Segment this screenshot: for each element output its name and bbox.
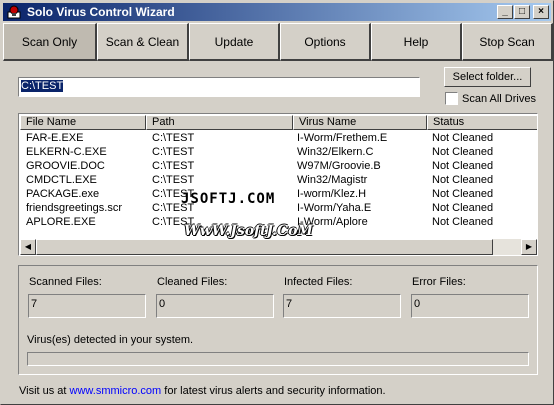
scanned-files-value: 7 xyxy=(28,294,146,318)
scroll-left-icon[interactable]: ◀ xyxy=(20,239,36,255)
status-cell: Not Cleaned xyxy=(432,174,494,186)
column-header-file-name[interactable]: File Name xyxy=(20,115,146,130)
watermark-url: WwW.JsoftJ.CoM xyxy=(184,223,313,239)
error-files-label: Error Files: xyxy=(412,276,466,288)
scan-all-drives-checkbox[interactable] xyxy=(445,92,458,105)
scan-all-drives-label: Scan All Drives xyxy=(462,92,536,105)
table-row[interactable]: PACKAGE.exe C:\TEST I-worm/Klez.H Not Cl… xyxy=(20,187,537,201)
status-message: Virus(es) detected in your system. xyxy=(27,334,194,346)
scanned-files-label: Scanned Files: xyxy=(29,276,102,288)
status-cell: Not Cleaned xyxy=(432,146,494,158)
scrollbar-thumb[interactable] xyxy=(36,239,493,255)
scan-progress-bar xyxy=(27,352,529,366)
column-header-status[interactable]: Status xyxy=(427,115,537,130)
update-button[interactable]: Update xyxy=(189,23,280,61)
path-cell: C:\TEST xyxy=(152,146,195,158)
maximize-button[interactable]: □ xyxy=(514,5,530,19)
table-row[interactable]: GROOVIE.DOC C:\TEST W97M/Groovie.B Not C… xyxy=(20,159,537,173)
cleaned-files-label: Cleaned Files: xyxy=(157,276,228,288)
status-cell: Not Cleaned xyxy=(432,188,494,200)
file-name-cell: friendsgreetings.scr xyxy=(26,202,122,214)
footer-suffix: for latest virus alerts and security inf… xyxy=(161,385,386,397)
select-folder-button[interactable]: Select folder... xyxy=(444,67,531,87)
file-name-cell: CMDCTL.EXE xyxy=(26,174,97,186)
scan-path-input[interactable]: C:\TEST xyxy=(18,77,420,97)
scan-summary-panel: Scanned Files: Cleaned Files: Infected F… xyxy=(18,265,538,375)
scan-all-drives-option[interactable]: Scan All Drives xyxy=(445,92,536,105)
status-cell: Not Cleaned xyxy=(432,160,494,172)
file-name-cell: GROOVIE.DOC xyxy=(26,160,105,172)
virus-name-cell: Win32/Magistr xyxy=(297,174,368,186)
cleaned-files-value: 0 xyxy=(156,294,274,318)
column-header-virus-name[interactable]: Virus Name xyxy=(293,115,427,130)
stop-scan-button[interactable]: Stop Scan xyxy=(462,23,553,61)
app-icon xyxy=(7,5,21,19)
error-files-value: 0 xyxy=(411,294,529,318)
virus-name-cell: I-Worm/Yaha.E xyxy=(297,202,372,214)
minimize-button[interactable]: _ xyxy=(497,5,513,19)
infected-files-label: Infected Files: xyxy=(284,276,353,288)
virus-name-cell: W97M/Groovie.B xyxy=(297,160,381,172)
column-header-path[interactable]: Path xyxy=(146,115,293,130)
virus-name-cell: I-Worm/Frethem.E xyxy=(297,132,388,144)
file-name-cell: FAR-E.EXE xyxy=(26,132,84,144)
scan-only-button[interactable]: Scan Only xyxy=(3,23,97,61)
table-row[interactable]: ELKERN-C.EXE C:\TEST Win32/Elkern.C Not … xyxy=(20,145,537,159)
scan-and-clean-button[interactable]: Scan & Clean xyxy=(97,23,189,61)
toolbar: Scan Only Scan & Clean Update Options He… xyxy=(3,23,553,61)
file-name-cell: APLORE.EXE xyxy=(26,216,96,228)
main-window: Solo Virus Control Wizard _ □ × Scan Onl… xyxy=(0,0,554,405)
table-row[interactable]: FAR-E.EXE C:\TEST I-Worm/Frethem.E Not C… xyxy=(20,131,537,145)
path-cell: C:\TEST xyxy=(152,160,195,172)
table-row[interactable]: friendsgreetings.scr C:\TEST I-Worm/Yaha… xyxy=(20,201,537,215)
results-header: File Name Path Virus Name Status xyxy=(20,115,537,130)
status-cell: Not Cleaned xyxy=(432,216,494,228)
title-bar: Solo Virus Control Wizard _ □ × xyxy=(3,3,551,21)
footer: Visit us at www.smmicro.com for latest v… xyxy=(19,385,386,397)
close-button[interactable]: × xyxy=(533,5,549,19)
footer-prefix: Visit us at xyxy=(19,385,70,397)
horizontal-scrollbar[interactable]: ◀ ▶ xyxy=(20,239,537,255)
infected-files-value: 7 xyxy=(283,294,401,318)
scan-path-value: C:\TEST xyxy=(21,80,64,92)
status-cell: Not Cleaned xyxy=(432,202,494,214)
options-button[interactable]: Options xyxy=(280,23,371,61)
path-cell: C:\TEST xyxy=(152,132,195,144)
status-cell: Not Cleaned xyxy=(432,132,494,144)
virus-name-cell: Win32/Elkern.C xyxy=(297,146,374,158)
virus-name-cell: I-worm/Klez.H xyxy=(297,188,367,200)
watermark-text: JSOFTJ.COM xyxy=(181,191,276,207)
scroll-right-icon[interactable]: ▶ xyxy=(521,239,537,255)
website-link[interactable]: www.smmicro.com xyxy=(70,385,162,397)
help-button[interactable]: Help xyxy=(371,23,462,61)
file-name-cell: PACKAGE.exe xyxy=(26,188,100,200)
table-row[interactable]: CMDCTL.EXE C:\TEST Win32/Magistr Not Cle… xyxy=(20,173,537,187)
window-title: Solo Virus Control Wizard xyxy=(27,5,175,19)
path-cell: C:\TEST xyxy=(152,174,195,186)
file-name-cell: ELKERN-C.EXE xyxy=(26,146,107,158)
